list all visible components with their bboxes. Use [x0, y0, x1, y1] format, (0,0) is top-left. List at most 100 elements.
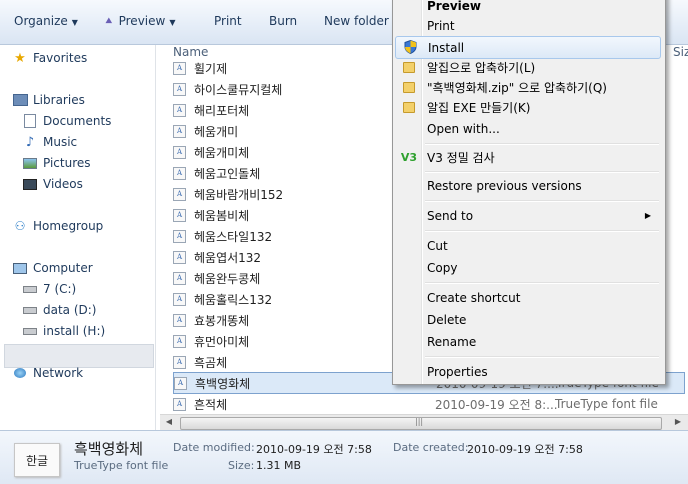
- menu-label: Restore previous versions: [427, 178, 582, 193]
- nav-label: Favorites: [33, 51, 88, 65]
- list-item[interactable]: A 헤움엽서132: [173, 247, 261, 267]
- menu-item-preview[interactable]: Preview: [395, 0, 661, 16]
- nav-homegroup[interactable]: ⚇ Homegroup: [12, 216, 104, 236]
- menu-label: 알집으로 압축하기(L): [427, 61, 536, 75]
- list-item[interactable]: A 휠기제: [173, 58, 227, 78]
- scroll-left-icon[interactable]: ◀: [163, 417, 175, 428]
- preview-icon: ⯅: [104, 14, 114, 28]
- list-item[interactable]: A 헤움완두콩체: [173, 268, 260, 288]
- font-file-icon: A: [173, 313, 186, 327]
- menu-item-alzip-compress[interactable]: 알집으로 압축하기(L): [395, 57, 661, 78]
- menu-item-alzip-zip[interactable]: "흑백영화체.zip" 으로 압축하기(Q): [395, 77, 661, 98]
- font-file-icon: A: [173, 355, 186, 369]
- pictures-icon: [22, 156, 38, 170]
- thumbnail-text: 한글: [25, 453, 49, 468]
- grip-icon: |||: [415, 417, 424, 426]
- list-item[interactable]: A 휴먼아미체: [173, 331, 249, 351]
- network-icon: [12, 366, 28, 380]
- menu-label: Print: [427, 18, 455, 33]
- file-name: 흑백영화체: [195, 376, 251, 391]
- alzip-icon: [401, 100, 417, 114]
- list-item[interactable]: A 헤움개미체: [173, 142, 249, 162]
- column-header-size[interactable]: Siz: [673, 45, 688, 59]
- computer-icon: [12, 261, 28, 275]
- menu-item-delete[interactable]: Delete: [395, 309, 661, 330]
- alzip-icon: [401, 60, 417, 74]
- menu-item-alzip-exe[interactable]: 알집 EXE 만들기(K): [395, 97, 661, 118]
- font-file-icon: A: [173, 166, 186, 180]
- date-created-label: Date created:: [393, 441, 469, 454]
- nav-pictures[interactable]: Pictures: [22, 153, 91, 173]
- list-item[interactable]: A 헤움스타일132: [173, 226, 272, 246]
- menu-item-install[interactable]: Install: [395, 36, 661, 59]
- list-item[interactable]: A 흑곰체: [173, 352, 227, 372]
- menu-item-cut[interactable]: Cut: [395, 235, 661, 256]
- menu-separator: [425, 143, 659, 145]
- new-folder-button[interactable]: New folder: [324, 14, 389, 28]
- nav-favorites[interactable]: ★ Favorites: [12, 48, 87, 68]
- preview-button[interactable]: ⯅ Preview ▼: [104, 14, 175, 29]
- nav-drive-d[interactable]: data (D:): [22, 300, 97, 320]
- file-name: 헤움바람개비152: [194, 187, 284, 202]
- nav-documents[interactable]: Documents: [22, 111, 111, 131]
- list-item[interactable]: A 흔적체 2010-09-19 오전 8:... TrueType font fil…: [173, 394, 658, 414]
- nav-network[interactable]: Network: [12, 363, 83, 383]
- list-item[interactable]: A 헤움고인돌체: [173, 163, 260, 183]
- file-type: TrueType font file: [555, 397, 658, 411]
- file-name: 휴먼아미체: [194, 334, 250, 349]
- list-item[interactable]: A 헤움개미: [173, 121, 238, 141]
- nav-videos[interactable]: Videos: [22, 174, 83, 194]
- detail-file-type: TrueType font file: [74, 459, 169, 472]
- size-value: 1.31 MB: [256, 459, 302, 472]
- list-item[interactable]: A 해리포터체: [173, 100, 249, 120]
- menu-item-send-to[interactable]: Send to ▶: [395, 205, 661, 226]
- print-button[interactable]: Print: [214, 14, 242, 28]
- list-item[interactable]: A 헤움봄비체: [173, 205, 249, 225]
- file-name: 흑곰체: [194, 355, 228, 370]
- nav-drive-h[interactable]: install (H:): [22, 321, 105, 341]
- videos-icon: [22, 177, 38, 191]
- nav-music[interactable]: ♪ Music: [22, 132, 77, 152]
- nav-label: Videos: [43, 177, 83, 191]
- menu-item-open-with[interactable]: Open with...: [395, 118, 661, 139]
- menu-label: Cut: [427, 238, 448, 253]
- size-label: Size:: [228, 459, 255, 472]
- font-file-icon: A: [173, 61, 186, 75]
- nav-label: Homegroup: [33, 219, 104, 233]
- v3-icon: V3: [400, 150, 418, 164]
- details-pane: 한글 흑백영화체 TrueType font file Date modifie…: [0, 430, 688, 484]
- menu-item-create-shortcut[interactable]: Create shortcut: [395, 287, 661, 308]
- nav-label: Computer: [33, 261, 93, 275]
- font-file-icon: A: [173, 397, 186, 411]
- nav-drive-c[interactable]: 7 (C:): [22, 279, 76, 299]
- menu-label: Copy: [427, 260, 458, 275]
- menu-item-print[interactable]: Print: [395, 15, 661, 36]
- column-header-name[interactable]: Name: [173, 45, 208, 59]
- menu-item-copy[interactable]: Copy: [395, 257, 661, 278]
- music-icon: ♪: [25, 134, 35, 150]
- menu-separator: [425, 282, 659, 284]
- menu-label: Preview: [427, 0, 482, 13]
- menu-label: 알집 EXE 만들기(K): [427, 101, 531, 115]
- organize-button[interactable]: Organize ▼: [14, 14, 78, 28]
- menu-label: Delete: [427, 312, 467, 327]
- menu-separator: [425, 230, 659, 232]
- scrollbar-thumb[interactable]: |||: [180, 417, 662, 430]
- font-file-icon: A: [173, 103, 186, 117]
- font-file-icon: A: [173, 82, 186, 96]
- list-item[interactable]: A 하이스쿨뮤지컬체: [173, 79, 282, 99]
- menu-item-v3-scan[interactable]: V3 V3 정밀 검사: [395, 147, 661, 168]
- font-file-icon: A: [173, 187, 186, 201]
- scroll-right-icon[interactable]: ▶: [672, 417, 684, 428]
- nav-libraries[interactable]: Libraries: [12, 90, 85, 110]
- menu-item-properties[interactable]: Properties: [395, 361, 661, 382]
- menu-item-restore-previous-versions[interactable]: Restore previous versions: [395, 175, 661, 196]
- list-item[interactable]: A 효봉개똥체: [173, 310, 249, 330]
- list-item[interactable]: A 헤움홀릭스132: [173, 289, 272, 309]
- burn-button[interactable]: Burn: [269, 14, 297, 28]
- list-item[interactable]: A 헤움바람개비152: [173, 184, 283, 204]
- horizontal-scrollbar[interactable]: ◀ ||| ▶: [160, 414, 688, 431]
- drive-icon: [22, 303, 38, 317]
- menu-item-rename[interactable]: Rename: [395, 331, 661, 352]
- nav-computer[interactable]: Computer: [12, 258, 93, 278]
